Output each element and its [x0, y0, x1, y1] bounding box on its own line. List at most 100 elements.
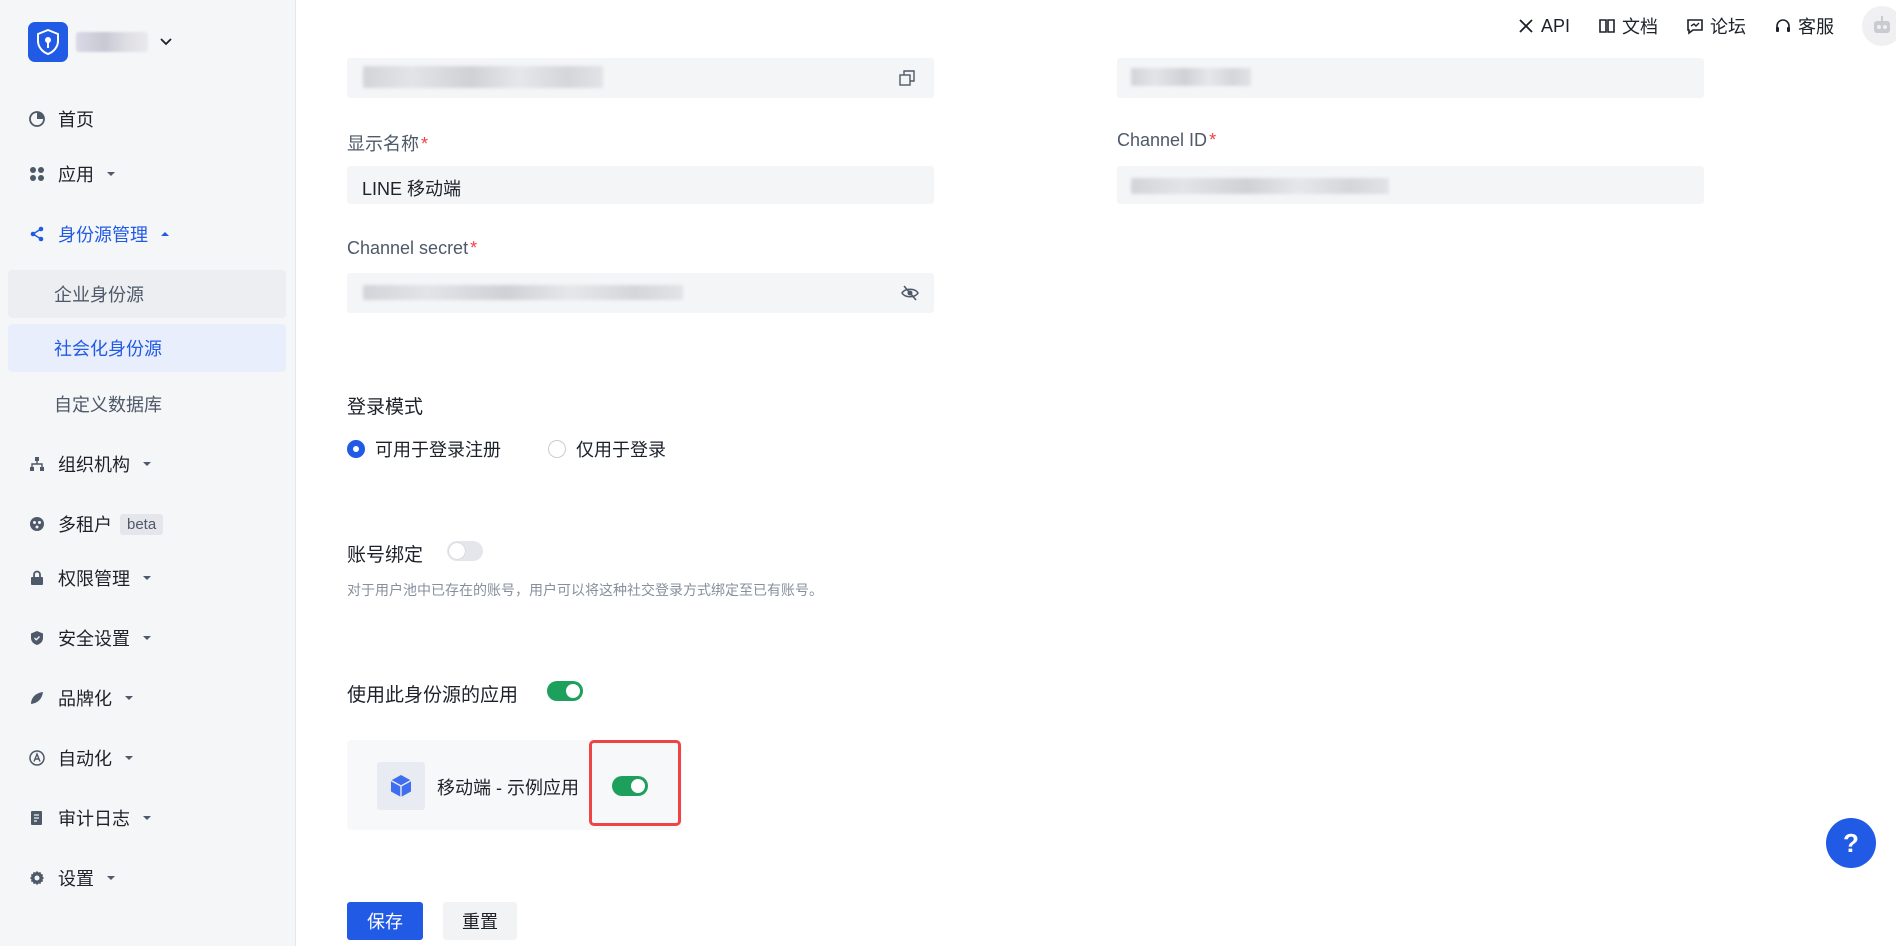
nav-custom-database-label: 自定义数据库 [54, 395, 162, 415]
nav-automation[interactable]: 自动化 [28, 744, 134, 772]
gear-icon [28, 869, 46, 887]
account-binding-switch[interactable] [447, 541, 483, 561]
nav-automation-label: 自动化 [58, 749, 112, 769]
automation-icon [28, 749, 46, 767]
nav-social-identity[interactable]: 社会化身份源 [8, 324, 286, 372]
nav-custom-database[interactable]: 自定义数据库 [8, 380, 286, 428]
channel-secret-input[interactable] [347, 273, 934, 313]
sidebar: 首页 应用 身份源管理 企业身份源 社会化身份源 自定义数据库 组织机构 多租户… [0, 0, 296, 946]
nav-audit-logs-label: 审计日志 [58, 809, 130, 829]
beta-badge: beta [120, 513, 164, 535]
redacted-value [1131, 178, 1389, 194]
redacted-value [363, 66, 603, 88]
redacted-value [363, 285, 683, 300]
docs-link[interactable]: 文档 [1598, 13, 1658, 39]
org-name-redacted [76, 32, 148, 52]
shield-icon [28, 629, 46, 647]
nav-home[interactable]: 首页 [28, 105, 94, 133]
nav-identity-sources-label: 身份源管理 [58, 225, 148, 245]
account-binding-title: 账号绑定 [347, 545, 424, 566]
login-mode-title: 登录模式 [347, 397, 424, 418]
nav-enterprise-identity[interactable]: 企业身份源 [8, 270, 286, 318]
apps-using-title: 使用此身份源的应用 [347, 685, 519, 706]
login-mode-register-radio[interactable]: 可用于登录注册 [347, 436, 501, 462]
nav-social-identity-label: 社会化身份源 [54, 339, 162, 359]
logo-icon [28, 22, 68, 62]
radio-unchecked-icon [548, 440, 566, 458]
required-mark: * [1209, 130, 1217, 150]
nav-permissions-label: 权限管理 [58, 569, 130, 589]
eye-off-icon[interactable] [901, 285, 919, 301]
redacted-value [1131, 68, 1251, 86]
apps-icon [28, 165, 46, 183]
login-mode-login-only-radio[interactable]: 仅用于登录 [548, 436, 666, 462]
display-name-label-text: 显示名称 [347, 134, 419, 154]
support-link[interactable]: 客服 [1774, 13, 1834, 39]
channel-id-input[interactable] [1117, 166, 1704, 204]
top-bar: API 文档 论坛 客服 [1517, 2, 1896, 50]
radio-checked-icon [347, 440, 365, 458]
nav-permissions[interactable]: 权限管理 [28, 564, 152, 592]
help-button[interactable]: ? [1826, 818, 1876, 868]
nav-settings[interactable]: 设置 [28, 864, 116, 892]
robot-avatar-icon[interactable] [1862, 6, 1896, 46]
copy-icon[interactable] [899, 70, 915, 86]
nav-audit-logs[interactable]: 审计日志 [28, 804, 152, 832]
nav-security-label: 安全设置 [58, 629, 130, 649]
tenant-icon [28, 515, 46, 533]
book-icon [1599, 19, 1615, 33]
login-mode-login-only-label: 仅用于登录 [576, 440, 666, 460]
chevron-down-icon [160, 38, 172, 46]
caret-down-icon [142, 461, 152, 467]
forum-link-label: 论坛 [1710, 17, 1746, 37]
caret-up-icon [160, 231, 170, 237]
nav-identity-sources[interactable]: 身份源管理 [28, 220, 170, 248]
caret-down-icon [142, 815, 152, 821]
caret-down-icon [142, 635, 152, 641]
nav-enterprise-identity-label: 企业身份源 [54, 285, 144, 305]
nav-multi-tenant-label: 多租户 [58, 515, 112, 535]
pie-chart-icon [28, 110, 46, 128]
highlight-box [589, 740, 681, 826]
redacted-field-right[interactable] [1117, 58, 1704, 98]
apps-using-switch[interactable] [547, 681, 583, 701]
nav-security[interactable]: 安全设置 [28, 624, 152, 652]
caret-down-icon [142, 575, 152, 581]
display-name-value: LINE 移动端 [362, 179, 462, 199]
tools-icon [1519, 19, 1533, 33]
caret-down-icon [106, 171, 116, 177]
headset-icon [1776, 19, 1790, 32]
nav-home-label: 首页 [58, 110, 94, 130]
log-icon [28, 809, 46, 827]
forum-icon [1687, 19, 1703, 35]
caret-down-icon [124, 695, 134, 701]
org-switcher[interactable] [28, 22, 172, 62]
nav-branding[interactable]: 品牌化 [28, 684, 134, 712]
nav-multi-tenant[interactable]: 多租户 beta [28, 510, 164, 538]
brand-icon [28, 689, 46, 707]
forum-link[interactable]: 论坛 [1686, 13, 1746, 39]
api-link-label: API [1540, 15, 1570, 36]
caret-down-icon [106, 875, 116, 881]
caret-down-icon [124, 755, 134, 761]
channel-secret-label: Channel secret * [347, 238, 477, 259]
cube-icon [377, 762, 425, 810]
nav-apps-label: 应用 [58, 165, 94, 185]
nav-branding-label: 品牌化 [58, 689, 112, 709]
nav-organization[interactable]: 组织机构 [28, 450, 152, 478]
api-link[interactable]: API [1517, 16, 1570, 37]
channel-id-label-text: Channel ID [1117, 130, 1208, 150]
lock-icon [28, 569, 46, 587]
share-icon [28, 225, 46, 243]
display-name-input[interactable]: LINE 移动端 [347, 166, 934, 204]
redacted-field-left[interactable] [347, 58, 934, 98]
required-mark: * [470, 238, 478, 258]
channel-secret-label-text: Channel secret [347, 238, 469, 258]
nav-settings-label: 设置 [58, 869, 94, 889]
app-name: 移动端 - 示例应用 [437, 778, 579, 798]
save-button[interactable]: 保存 [347, 902, 423, 940]
org-icon [28, 455, 46, 473]
reset-button[interactable]: 重置 [443, 902, 517, 940]
display-name-label: 显示名称 * [347, 130, 428, 156]
nav-apps[interactable]: 应用 [28, 160, 116, 188]
